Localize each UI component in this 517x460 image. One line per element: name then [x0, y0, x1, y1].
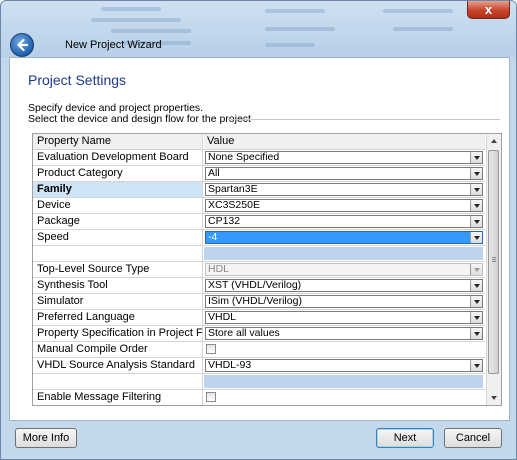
chevron-down-icon[interactable]: [470, 216, 482, 227]
wizard-content: Project Settings Specify device and proj…: [9, 57, 510, 421]
evaluation-board-select[interactable]: None Specified: [205, 151, 483, 164]
property-row-speed: Speed -4: [33, 230, 485, 246]
property-row-product-category: Product Category All: [33, 166, 485, 182]
page-subdescription: Select the device and design flow for th…: [28, 113, 251, 125]
property-row-package: Package CP132: [33, 214, 485, 230]
synthesis-tool-select[interactable]: XST (VHDL/Verilog): [205, 279, 483, 292]
property-name: Product Category: [33, 166, 203, 181]
property-row-property-specification: Property Specification in Project File S…: [33, 326, 485, 342]
property-row-device: Device XC3S250E: [33, 198, 485, 214]
chevron-down-icon: [470, 264, 482, 275]
property-row-synthesis-tool: Synthesis Tool XST (VHDL/Verilog): [33, 278, 485, 294]
select-value: CP132: [208, 215, 241, 227]
select-value: ISim (VHDL/Verilog): [208, 295, 302, 307]
chevron-down-icon[interactable]: [470, 184, 482, 195]
simulator-select[interactable]: ISim (VHDL/Verilog): [205, 295, 483, 308]
column-header-name: Property Name: [33, 134, 203, 149]
property-name: Package: [33, 214, 203, 229]
back-button[interactable]: [10, 33, 34, 57]
separator-bar: [204, 247, 483, 260]
chevron-down-icon[interactable]: [470, 152, 482, 163]
cancel-button[interactable]: Cancel: [444, 428, 502, 448]
title-bar: x New Project Wizard: [1, 1, 516, 57]
column-header-value: Value: [204, 134, 485, 149]
property-specification-select[interactable]: Store all values: [205, 327, 483, 340]
property-name: Property Specification in Project File: [33, 326, 203, 341]
speed-select[interactable]: -4: [205, 231, 483, 244]
property-name: Family: [33, 182, 203, 197]
scroll-down-icon[interactable]: [487, 391, 501, 405]
select-value: HDL: [208, 263, 230, 275]
chevron-down-icon[interactable]: [470, 232, 482, 243]
window-title: New Project Wizard: [65, 39, 162, 51]
close-button[interactable]: x: [467, 1, 510, 19]
scroll-thumb[interactable]: [488, 150, 499, 374]
property-name: Speed: [33, 230, 203, 245]
property-row-family: Family Spartan3E: [33, 182, 485, 198]
property-row-enable-message-filtering: Enable Message Filtering: [33, 390, 485, 405]
package-select[interactable]: CP132: [205, 215, 483, 228]
property-row-vhdl-standard: VHDL Source Analysis Standard VHDL-93: [33, 358, 485, 374]
property-row-evaluation-board: Evaluation Development Board None Specif…: [33, 150, 485, 166]
property-name: Preferred Language: [33, 310, 203, 325]
property-name: Device: [33, 198, 203, 213]
property-name: Manual Compile Order: [33, 342, 203, 357]
separator-bar: [204, 375, 483, 388]
grid-header: Property Name Value: [33, 134, 485, 150]
property-row-manual-compile-order: Manual Compile Order: [33, 342, 485, 358]
product-category-select[interactable]: All: [205, 167, 483, 180]
section-separator: [33, 374, 485, 390]
select-value: XST (VHDL/Verilog): [208, 279, 302, 291]
select-value: VHDL: [208, 311, 237, 323]
family-select[interactable]: Spartan3E: [205, 183, 483, 196]
scroll-up-icon[interactable]: [487, 134, 501, 148]
back-arrow-icon: [17, 38, 29, 52]
chevron-down-icon[interactable]: [470, 312, 482, 323]
chevron-down-icon[interactable]: [470, 200, 482, 211]
select-value: VHDL-93: [208, 359, 252, 371]
select-value: XC3S250E: [208, 199, 260, 211]
top-level-source-select: HDL: [205, 263, 483, 276]
select-value: -4: [208, 231, 218, 243]
separator-name-cell: [33, 374, 203, 389]
property-row-simulator: Simulator ISim (VHDL/Verilog): [33, 294, 485, 310]
page-title: Project Settings: [28, 72, 127, 88]
blurred-background-right: [263, 1, 463, 57]
select-value: All: [208, 167, 220, 179]
property-name: Simulator: [33, 294, 203, 309]
property-row-top-level-source: Top-Level Source Type HDL: [33, 262, 485, 278]
property-row-preferred-language: Preferred Language VHDL: [33, 310, 485, 326]
device-select[interactable]: XC3S250E: [205, 199, 483, 212]
enable-message-filtering-checkbox[interactable]: [206, 392, 216, 402]
select-value: Spartan3E: [208, 183, 258, 195]
chevron-down-icon[interactable]: [470, 328, 482, 339]
manual-compile-order-checkbox[interactable]: [206, 344, 216, 354]
vertical-scrollbar[interactable]: [486, 134, 501, 405]
property-name: VHDL Source Analysis Standard: [33, 358, 203, 373]
property-grid: Property Name Value Evaluation Developme…: [32, 133, 502, 406]
preferred-language-select[interactable]: VHDL: [205, 311, 483, 324]
property-name: Synthesis Tool: [33, 278, 203, 293]
chevron-down-icon[interactable]: [470, 296, 482, 307]
property-name: Evaluation Development Board: [33, 150, 203, 165]
select-value: Store all values: [208, 327, 280, 339]
next-button[interactable]: Next: [376, 428, 434, 448]
more-info-button[interactable]: More Info: [15, 428, 77, 448]
wizard-window: x New Project Wizard Project Settings Sp…: [0, 0, 517, 460]
property-name: Top-Level Source Type: [33, 262, 203, 277]
group-divider: [228, 119, 500, 120]
select-value: None Specified: [208, 151, 280, 163]
separator-name-cell: [33, 246, 203, 261]
close-icon: x: [484, 2, 493, 17]
chevron-down-icon[interactable]: [470, 360, 482, 371]
section-separator: [33, 246, 485, 262]
chevron-down-icon[interactable]: [470, 168, 482, 179]
vhdl-standard-select[interactable]: VHDL-93: [205, 359, 483, 372]
chevron-down-icon[interactable]: [470, 280, 482, 291]
property-name: Enable Message Filtering: [33, 390, 203, 405]
